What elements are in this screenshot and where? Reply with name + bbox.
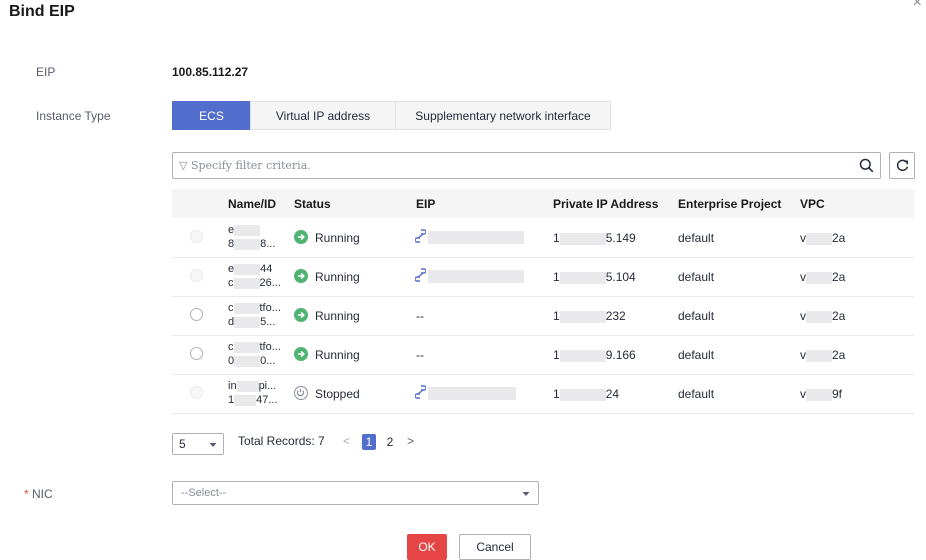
eip-value: -- <box>416 309 424 323</box>
tab-ecs[interactable]: ECS <box>172 101 251 130</box>
table-row[interactable]: in pi... 1 47... Stopped 1 24 default v 9f <box>172 374 914 414</box>
row-radio <box>190 230 203 243</box>
nic-select-value: --Select-- <box>181 487 227 499</box>
vpc[interactable]: v 2a <box>800 348 845 362</box>
eip-value: 100.85.112.27 <box>172 65 249 79</box>
private-ip: 1 24 <box>553 387 620 401</box>
col-enterprise-project[interactable]: Enterprise Project <box>678 197 781 211</box>
page-size-select[interactable]: 5 <box>172 433 224 455</box>
running-icon <box>294 347 308 361</box>
col-name-id[interactable]: Name/ID <box>228 197 276 211</box>
filter-placeholder: ▽ Specify filter criteria. <box>179 159 311 172</box>
tab-virtual-ip[interactable]: Virtual IP address <box>250 101 396 130</box>
table-row[interactable]: e 8 8... Running 1 5.149 default v 2a <box>172 218 914 258</box>
status-text: Stopped <box>315 387 360 401</box>
close-icon[interactable]: × <box>913 0 922 12</box>
filter-input[interactable]: ▽ Specify filter criteria. <box>172 152 881 179</box>
row-radio <box>190 386 203 399</box>
enterprise-project: default <box>678 270 715 284</box>
chevron-down-icon <box>209 437 217 451</box>
instance-id: 1 47... <box>228 394 278 406</box>
instance-name[interactable]: e 44 <box>228 263 272 275</box>
required-mark: * <box>24 487 29 501</box>
eip-label: EIP <box>36 65 56 79</box>
eip-value-redacted[interactable] <box>428 387 516 400</box>
total-records: Total Records: 7 <box>238 434 325 448</box>
dialog-title: Bind EIP <box>9 3 75 20</box>
ok-button[interactable]: OK <box>407 534 447 560</box>
stopped-icon <box>294 386 308 400</box>
table-header: Name/ID Status EIP Private IP Address En… <box>172 189 914 218</box>
running-icon <box>294 230 308 244</box>
refresh-button[interactable] <box>889 152 915 179</box>
private-ip: 1 5.149 <box>553 231 636 245</box>
row-radio[interactable] <box>190 308 203 321</box>
page-1[interactable]: 1 <box>362 434 376 450</box>
table-row[interactable]: c tfo... 0 0... Running -- 1 9.166 default … <box>172 335 914 375</box>
private-ip: 1 5.104 <box>553 270 636 284</box>
status-text: Running <box>315 348 360 362</box>
enterprise-project: default <box>678 387 715 401</box>
instance-name[interactable]: c tfo... <box>228 302 281 314</box>
instance-id: c 26... <box>228 277 281 289</box>
enterprise-project: default <box>678 348 715 362</box>
status-text: Running <box>315 231 360 245</box>
tab-supplementary-nic[interactable]: Supplementary network interface <box>395 101 611 130</box>
next-page-icon[interactable]: > <box>407 434 414 448</box>
instance-name[interactable]: c tfo... <box>228 341 281 353</box>
enterprise-project: default <box>678 309 715 323</box>
instance-name[interactable]: in pi... <box>228 380 276 392</box>
prev-page-icon[interactable]: < <box>343 434 350 448</box>
nic-label: * NIC <box>24 487 53 501</box>
search-icon[interactable] <box>859 158 874 176</box>
private-ip: 1 9.166 <box>553 348 636 362</box>
eip-value: -- <box>416 348 424 362</box>
filter-icon: ▽ <box>179 159 188 172</box>
table-row[interactable]: c tfo... d 5... Running -- 1 232 default v2… <box>172 296 914 336</box>
instance-name[interactable]: e <box>228 224 261 236</box>
instance-type-label: Instance Type <box>36 109 111 123</box>
refresh-icon <box>896 159 908 172</box>
eip-value-redacted[interactable] <box>428 231 524 244</box>
status-text: Running <box>315 309 360 323</box>
row-radio <box>190 269 203 282</box>
page-size-value: 5 <box>179 437 186 451</box>
table-row[interactable]: e 44 c 26... Running 1 5.104 default v 2a <box>172 257 914 297</box>
link-icon <box>414 385 427 402</box>
vpc[interactable]: v 2a <box>800 231 845 245</box>
cancel-button[interactable]: Cancel <box>459 534 531 560</box>
eip-value-redacted[interactable] <box>428 270 524 283</box>
link-icon <box>414 268 427 285</box>
col-vpc[interactable]: VPC <box>800 197 825 211</box>
running-icon <box>294 308 308 322</box>
status-text: Running <box>315 270 360 284</box>
col-eip[interactable]: EIP <box>416 197 435 211</box>
page-2[interactable]: 2 <box>383 434 397 450</box>
enterprise-project: default <box>678 231 715 245</box>
instance-id: 8 8... <box>228 238 276 250</box>
chevron-down-icon <box>522 486 530 500</box>
running-icon <box>294 269 308 283</box>
link-icon <box>414 229 427 246</box>
col-status[interactable]: Status <box>294 197 331 211</box>
vpc[interactable]: v 2a <box>800 309 845 323</box>
instance-id: d 5... <box>228 316 276 328</box>
private-ip: 1 232 <box>553 309 626 323</box>
row-radio[interactable] <box>190 347 203 360</box>
instance-type-segmented: ECS Virtual IP address Supplementary net… <box>172 101 611 130</box>
instance-id: 0 0... <box>228 355 276 367</box>
col-private-ip[interactable]: Private IP Address <box>553 197 658 211</box>
vpc[interactable]: v 2a <box>800 270 845 284</box>
vpc[interactable]: v 9f <box>800 387 842 401</box>
nic-select[interactable]: --Select-- <box>172 481 539 505</box>
